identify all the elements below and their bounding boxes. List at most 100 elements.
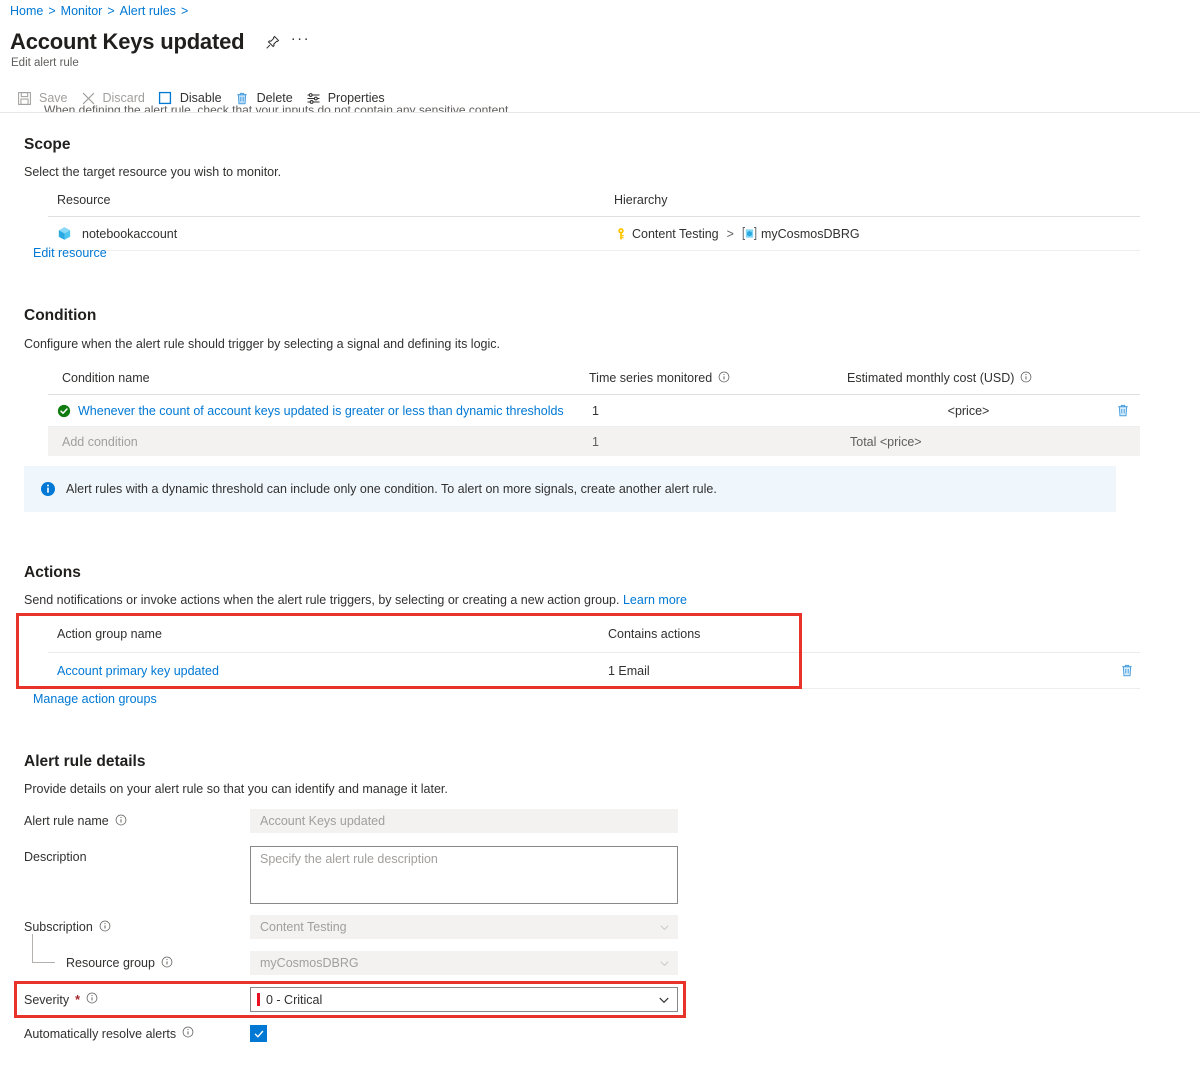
alert-rule-details-title: Alert rule details [24, 752, 145, 772]
breadcrumb-item-alert-rules[interactable]: Alert rules [120, 4, 176, 18]
info-icon[interactable] [161, 956, 173, 971]
condition-cell-cost: <price> [847, 404, 1087, 418]
breadcrumb-separator: > [107, 4, 114, 18]
azure-alert-rule-edit-page: Home > Monitor > Alert rules > Account Keys u… [0, 0, 1200, 1069]
action-group-name-link[interactable]: Account primary key updated [57, 664, 219, 678]
scope-resource-group-name: myCosmosDBRG [761, 227, 860, 241]
toolbar-divider [0, 112, 1200, 113]
dynamic-threshold-info-banner: Alert rules with a dynamic threshold can… [24, 466, 1116, 512]
info-icon[interactable] [1020, 371, 1032, 386]
resource-group-label-text: Resource group [66, 956, 155, 970]
info-icon [40, 481, 56, 497]
description-row: Description Specify the alert rule descr… [24, 846, 684, 904]
action-group-header-name: Action group name [48, 627, 608, 641]
breadcrumb-item-monitor[interactable]: Monitor [61, 4, 103, 18]
add-condition-cost: Total <price> [847, 435, 1140, 449]
actions-section-title: Actions [24, 563, 81, 583]
page-header: Account Keys updated ··· [10, 25, 314, 59]
breadcrumb-item-home[interactable]: Home [10, 4, 43, 18]
condition-header-name: Condition name [48, 371, 589, 385]
scope-header-resource: Resource [48, 193, 614, 207]
sensitive-content-note: When defining the alert rule, check that… [44, 103, 512, 112]
alert-rule-name-value: Account Keys updated [260, 814, 385, 828]
trash-icon[interactable] [1115, 403, 1130, 419]
add-condition-row[interactable]: Add condition 1 Total <price> [48, 427, 1140, 456]
info-icon[interactable] [115, 814, 127, 829]
info-banner-text: Alert rules with a dynamic threshold can… [66, 482, 717, 496]
actions-section-description: Send notifications or invoke actions whe… [24, 592, 687, 609]
page-subtitle: Edit alert rule [11, 56, 79, 70]
table-row[interactable]: Whenever the count of account keys updat… [48, 395, 1140, 427]
auto-resolve-checkbox[interactable] [250, 1025, 267, 1042]
page-title: Account Keys updated [10, 28, 244, 56]
condition-header-time-series-label: Time series monitored [589, 371, 712, 385]
action-group-cell-contains: 1 Email [608, 664, 1098, 678]
resource-group-label: Resource group [24, 956, 250, 971]
resource-group-value: myCosmosDBRG [260, 956, 359, 970]
ellipsis-icon[interactable]: ··· [286, 25, 314, 59]
severity-color-bar [257, 993, 260, 1006]
severity-select[interactable]: 0 - Critical [250, 987, 678, 1012]
alert-rule-name-input[interactable]: Account Keys updated [250, 809, 678, 833]
alert-rule-name-label: Alert rule name [24, 814, 250, 829]
severity-label-text: Severity [24, 993, 69, 1007]
condition-section-description: Configure when the alert rule should tri… [24, 336, 500, 353]
action-group-cell-name: Account primary key updated [48, 664, 608, 678]
edit-resource-link[interactable]: Edit resource [33, 246, 107, 260]
scope-table: Resource Hierarchy notebookaccount [48, 186, 1140, 251]
condition-table-header: Condition name Time series monitored Est… [48, 364, 1140, 395]
resource-group-row: Resource group myCosmosDBRG [24, 951, 684, 975]
manage-action-groups-link[interactable]: Manage action groups [33, 692, 157, 706]
table-row[interactable]: notebookaccount Content Testing > [48, 217, 1140, 251]
info-icon[interactable] [99, 920, 111, 935]
scope-subscription-name: Content Testing [632, 227, 719, 241]
description-textarea[interactable]: Specify the alert rule description [250, 846, 678, 904]
alert-rule-name-label-text: Alert rule name [24, 814, 109, 828]
scope-cell-resource: notebookaccount [48, 226, 614, 241]
breadcrumb: Home>Monitor>Alert rules> [10, 3, 193, 19]
resource-group-select[interactable]: myCosmosDBRG [250, 951, 678, 975]
condition-header-cost: Estimated monthly cost (USD) [847, 371, 1140, 386]
scope-header-hierarchy: Hierarchy [614, 193, 1140, 207]
subscription-label: Subscription [24, 920, 250, 935]
condition-header-cost-label: Estimated monthly cost (USD) [847, 371, 1014, 385]
trash-icon[interactable] [1119, 663, 1134, 679]
chevron-down-icon[interactable] [651, 988, 677, 1011]
alert-rule-details-description: Provide details on your alert rule so th… [24, 781, 448, 798]
subscription-row: Subscription Content Testing [24, 915, 684, 939]
subscription-label-text: Subscription [24, 920, 93, 934]
add-condition-time-series: 1 [589, 435, 847, 449]
auto-resolve-row: Automatically resolve alerts [24, 1025, 684, 1042]
condition-header-time-series: Time series monitored [589, 371, 847, 386]
description-label-text: Description [24, 850, 87, 864]
chevron-down-icon [651, 916, 677, 938]
breadcrumb-separator: > [181, 4, 188, 18]
action-group-row-actions [1098, 663, 1140, 679]
info-icon[interactable] [86, 992, 98, 1007]
scope-cell-hierarchy: Content Testing > myCosmosDBRG [614, 226, 1140, 241]
learn-more-link[interactable]: Learn more [623, 593, 687, 607]
action-group-header-contains: Contains actions [608, 627, 1140, 641]
pin-icon[interactable] [258, 29, 286, 55]
severity-label: Severity * [24, 992, 250, 1007]
info-icon[interactable] [182, 1026, 194, 1041]
table-row[interactable]: Account primary key updated 1 Email [48, 653, 1140, 689]
action-groups-table: Action group name Contains actions Accou… [48, 618, 1140, 689]
condition-section-title: Condition [24, 306, 96, 326]
condition-name-link[interactable]: Whenever the count of account keys updat… [78, 404, 564, 418]
action-groups-table-header: Action group name Contains actions [48, 618, 1140, 653]
scope-section-description: Select the target resource you wish to m… [24, 164, 281, 181]
description-label: Description [24, 846, 250, 864]
hierarchy-separator: > [727, 227, 734, 241]
alert-rule-name-row: Alert rule name Account Keys updated [24, 809, 684, 833]
auto-resolve-label-text: Automatically resolve alerts [24, 1027, 176, 1041]
subscription-select[interactable]: Content Testing [250, 915, 678, 939]
scope-table-header: Resource Hierarchy [48, 186, 1140, 217]
scope-resource-name: notebookaccount [82, 227, 177, 241]
chevron-down-icon [651, 952, 677, 974]
info-icon[interactable] [718, 371, 730, 386]
severity-row: Severity * 0 - Critical [24, 987, 684, 1012]
condition-cell-name: Whenever the count of account keys updat… [48, 404, 589, 418]
condition-cell-time-series: 1 [589, 404, 847, 418]
required-asterisk: * [75, 993, 80, 1007]
